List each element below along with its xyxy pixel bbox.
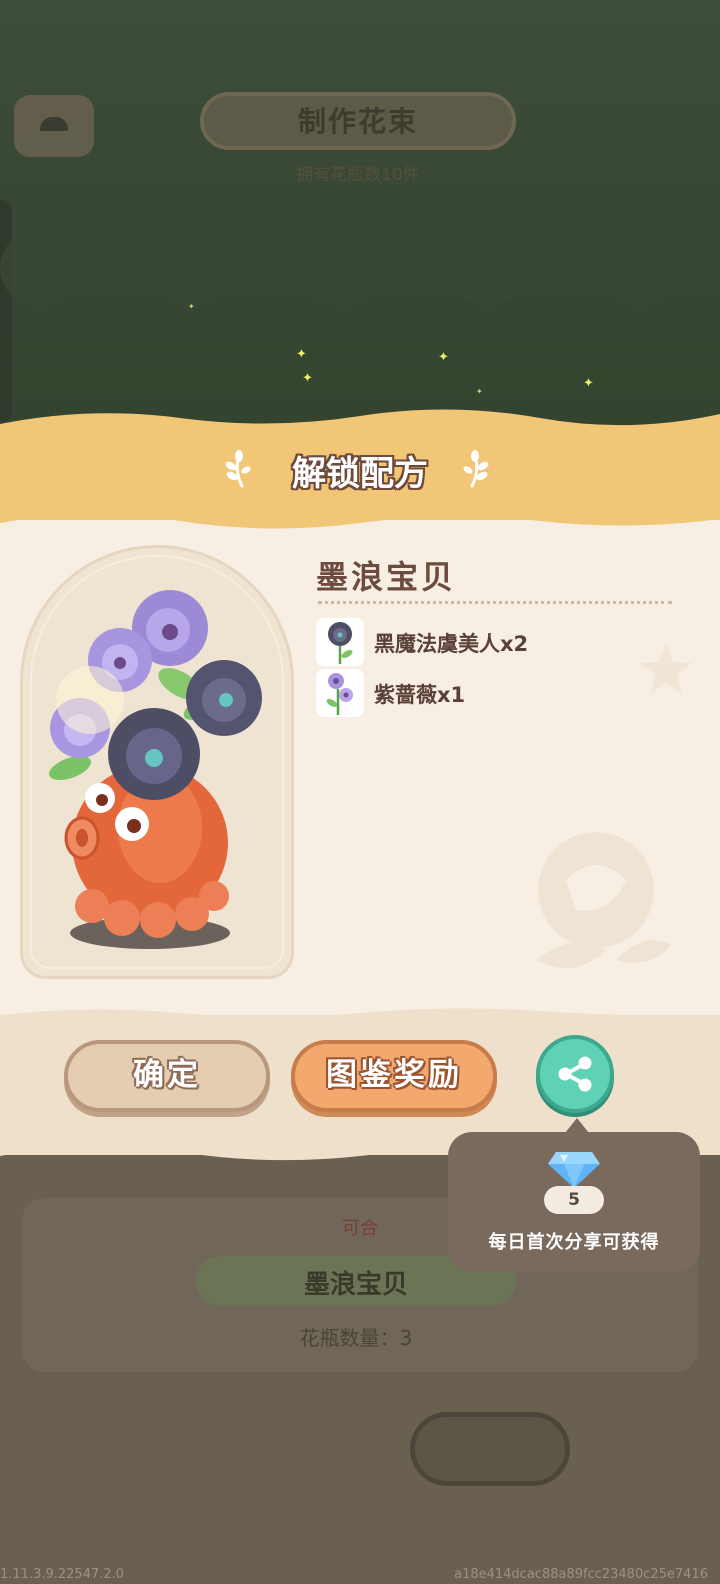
- sparkle-icon: ✦: [438, 350, 449, 365]
- share-button[interactable]: [536, 1035, 614, 1113]
- flower-slot-icon: [450, 230, 526, 306]
- flower-slot-icon: [600, 230, 676, 306]
- background-card-count: 花瓶数量：3: [299, 1326, 413, 1350]
- collection-reward-button[interactable]: 图鉴奖励: [291, 1040, 497, 1112]
- recipe-name: 墨浪宝贝: [316, 558, 457, 596]
- flower-slot-icon: [152, 230, 228, 306]
- sparkle-icon: ✦: [296, 347, 307, 362]
- diamond-icon: [548, 1152, 600, 1188]
- ingredient-label: 黑魔法虞美人x2: [374, 632, 529, 656]
- tooltip-text: 每日首次分享可获得: [488, 1232, 660, 1253]
- background-title: 制作花束: [297, 105, 418, 138]
- share-icon: [558, 1056, 592, 1092]
- purple-rose-icon: [316, 669, 364, 717]
- star-watermark-icon: [640, 644, 692, 694]
- background-make-button: [410, 1412, 570, 1486]
- modal-title: 解锁配方: [292, 454, 428, 494]
- gem-count: 5: [544, 1186, 604, 1214]
- background-overlay: [0, 0, 720, 430]
- header-bottom-wave: [0, 505, 720, 529]
- bouquet-illustration: [49, 590, 262, 949]
- flower-slot-icon: [302, 230, 378, 306]
- sparkle-icon: ✦: [302, 371, 313, 386]
- divider: [318, 601, 672, 604]
- black-poppy-icon: [316, 618, 364, 666]
- confirm-button[interactable]: 确定: [64, 1040, 270, 1112]
- tooltip-arrow: [565, 1118, 589, 1133]
- flower-slot-icon: [0, 230, 76, 306]
- rose-watermark-icon: [536, 832, 671, 968]
- build-hash-label: a18e414dcac88a89fcc23480c25e7416: [454, 1567, 708, 1582]
- sparkle-icon: ✦: [583, 376, 594, 391]
- footer-top-wave: [0, 1008, 720, 1029]
- background-subtitle: 拥有花瓶数10件: [296, 165, 420, 185]
- side-tab: [0, 200, 12, 422]
- home-button: [14, 95, 94, 157]
- ingredient-label: 紫蔷薇x1: [374, 683, 466, 707]
- sparkle-icon: ✦: [188, 302, 195, 311]
- sparkle-icon: ✦: [476, 387, 483, 396]
- version-label: 1.11.3.9.22547.2.0: [0, 1567, 125, 1582]
